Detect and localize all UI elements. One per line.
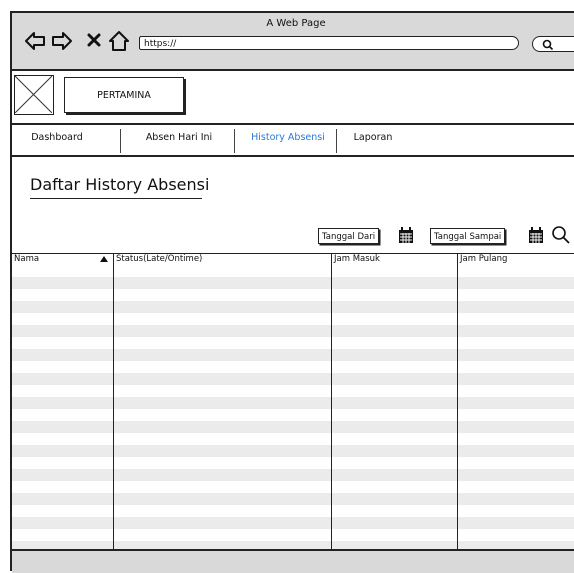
tab-absen-hari-ini[interactable]: Absen Hari Ini: [124, 125, 234, 155]
window-title: A Web Page: [266, 18, 326, 29]
sort-up-icon[interactable]: [100, 256, 108, 262]
app-header: PERTAMINA: [12, 71, 574, 125]
page-title: Daftar History Absensi: [30, 175, 210, 194]
table-row[interactable]: [12, 517, 574, 529]
column-divider: [331, 254, 332, 550]
table-row[interactable]: [12, 397, 574, 409]
table-row[interactable]: [12, 349, 574, 361]
search-icon: [542, 39, 554, 51]
table-row[interactable]: [12, 493, 574, 505]
date-to-button[interactable]: Tanggal Sampai: [430, 228, 506, 244]
calendar-icon[interactable]: [398, 227, 414, 248]
magnifier-icon[interactable]: [551, 225, 571, 249]
history-table: Nama Status(Late/Ontime) Jam Masuk Jam P…: [12, 253, 574, 550]
browser-toolbar: A Web Page https://: [12, 13, 574, 71]
status-bar: [12, 549, 574, 573]
tab-history-absensi[interactable]: History Absensi: [238, 125, 338, 155]
table-row[interactable]: [12, 445, 574, 457]
column-header-label: Nama: [14, 254, 40, 264]
table-row[interactable]: [12, 373, 574, 385]
title-underline: [30, 198, 202, 199]
calendar-icon[interactable]: [528, 227, 544, 248]
date-from-button[interactable]: Tanggal Dari: [318, 228, 380, 244]
column-divider: [113, 254, 114, 550]
table-row[interactable]: [12, 325, 574, 337]
close-icon[interactable]: [84, 30, 106, 52]
column-header-nama[interactable]: Nama: [12, 254, 114, 265]
home-icon[interactable]: [108, 30, 130, 52]
table-row[interactable]: [12, 301, 574, 313]
tab-divider: [234, 129, 236, 153]
back-arrow-icon[interactable]: [24, 30, 46, 52]
tab-divider: [120, 129, 122, 153]
brand-button[interactable]: PERTAMINA: [64, 77, 184, 113]
address-bar[interactable]: https://: [139, 36, 519, 50]
tab-laporan[interactable]: Laporan: [340, 125, 406, 155]
column-header-jam-pulang[interactable]: Jam Pulang: [458, 254, 574, 265]
forward-arrow-icon[interactable]: [51, 30, 73, 52]
table-row[interactable]: [12, 421, 574, 433]
tab-bar: Dashboard Absen Hari Ini History Absensi…: [12, 125, 574, 157]
image-placeholder-icon: [14, 75, 54, 115]
column-header-jam-masuk[interactable]: Jam Masuk: [332, 254, 458, 265]
column-divider: [457, 254, 458, 550]
tab-divider: [336, 129, 338, 153]
column-header-status[interactable]: Status(Late/Ontime): [114, 254, 332, 265]
browser-window: A Web Page https:// PERTAMINA Dashboard: [10, 11, 574, 573]
tab-dashboard[interactable]: Dashboard: [12, 125, 102, 155]
table-row[interactable]: [12, 277, 574, 289]
browser-search-field[interactable]: [532, 36, 574, 52]
table-row[interactable]: [12, 469, 574, 481]
